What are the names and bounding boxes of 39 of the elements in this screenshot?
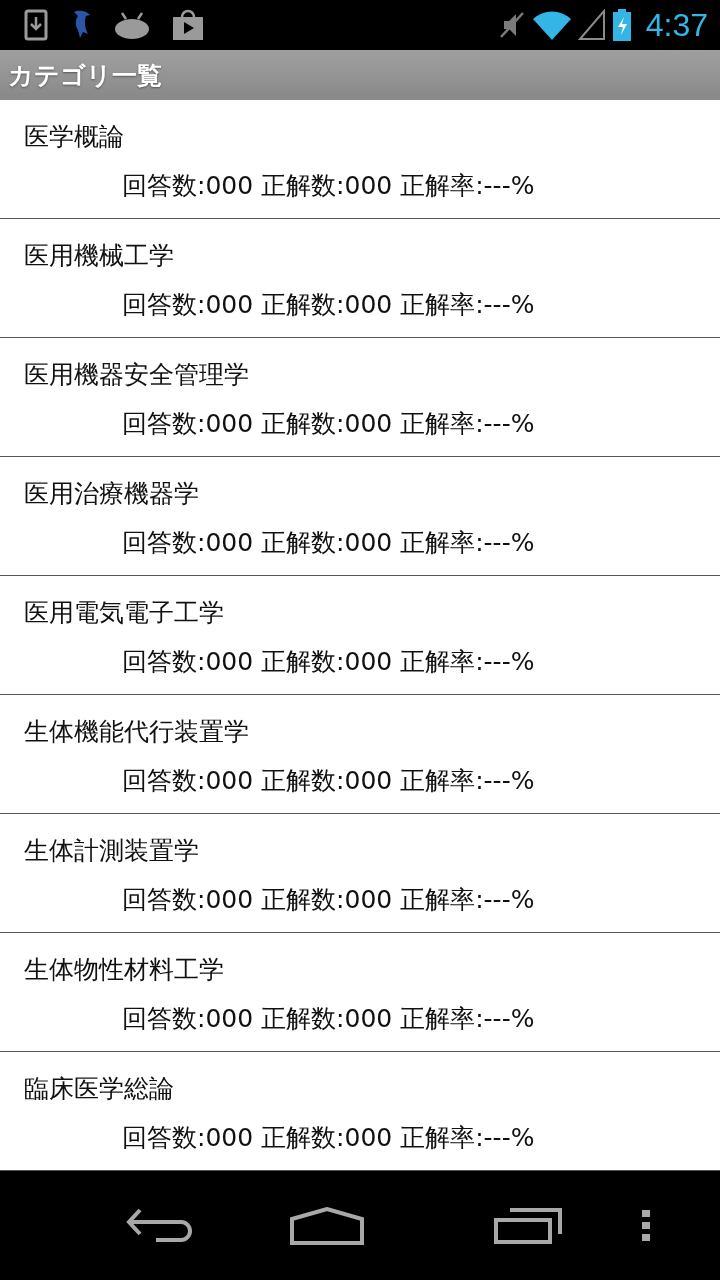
- overflow-menu-icon[interactable]: [642, 1209, 650, 1242]
- category-name: 臨床医学総論: [24, 1073, 174, 1105]
- category-item[interactable]: 医用電気電子工学 回答数:000 正解数:000 正解率:---%: [0, 576, 720, 695]
- screen-title: カテゴリ一覧: [8, 59, 162, 92]
- category-item[interactable]: 医用機械工学 回答数:000 正解数:000 正解率:---%: [0, 219, 720, 338]
- category-stats: 回答数:000 正解数:000 正解率:---%: [122, 765, 535, 797]
- back-icon[interactable]: [126, 1207, 194, 1244]
- category-item[interactable]: 生体計測装置学 回答数:000 正解数:000 正解率:---%: [0, 814, 720, 933]
- home-icon[interactable]: [290, 1206, 364, 1245]
- category-stats: 回答数:000 正解数:000 正解率:---%: [122, 1122, 535, 1154]
- category-name: 医用治療機器学: [24, 478, 199, 510]
- category-name: 生体機能代行装置学: [24, 716, 249, 748]
- category-stats: 回答数:000 正解数:000 正解率:---%: [122, 1003, 535, 1035]
- category-stats: 回答数:000 正解数:000 正解率:---%: [122, 527, 535, 559]
- category-item[interactable]: 医用治療機器学 回答数:000 正解数:000 正解率:---%: [0, 457, 720, 576]
- category-item[interactable]: 医学概論 回答数:000 正解数:000 正解率:---%: [0, 100, 720, 219]
- category-name: 生体計測装置学: [24, 835, 199, 867]
- clock: 4:37: [645, 6, 708, 44]
- shopping-bag-icon: [172, 9, 204, 41]
- category-name: 医用機器安全管理学: [24, 359, 249, 391]
- mute-icon: [497, 10, 526, 40]
- category-stats: 回答数:000 正解数:000 正解率:---%: [122, 408, 535, 440]
- recent-apps-icon[interactable]: [494, 1207, 564, 1244]
- category-item[interactable]: 生体物性材料工学 回答数:000 正解数:000 正解率:---%: [0, 933, 720, 1052]
- wifi-icon: [531, 9, 572, 41]
- category-name: 医用電気電子工学: [24, 597, 224, 629]
- category-stats: 回答数:000 正解数:000 正解率:---%: [122, 646, 535, 678]
- category-name: 医学概論: [24, 121, 124, 153]
- category-stats: 回答数:000 正解数:000 正解率:---%: [122, 289, 535, 321]
- category-item[interactable]: 医用機器安全管理学 回答数:000 正解数:000 正解率:---%: [0, 338, 720, 457]
- battery-icon: [611, 9, 632, 41]
- category-item[interactable]: 生体機能代行装置学 回答数:000 正解数:000 正解率:---%: [0, 695, 720, 814]
- robot-icon: [114, 11, 150, 39]
- download-icon: [24, 9, 48, 41]
- category-stats: 回答数:000 正解数:000 正解率:---%: [122, 884, 535, 916]
- category-name: 医用機械工学: [24, 240, 174, 272]
- category-stats: 回答数:000 正解数:000 正解率:---%: [122, 170, 535, 202]
- category-name: 生体物性材料工学: [24, 954, 224, 986]
- signal-icon: [577, 9, 606, 41]
